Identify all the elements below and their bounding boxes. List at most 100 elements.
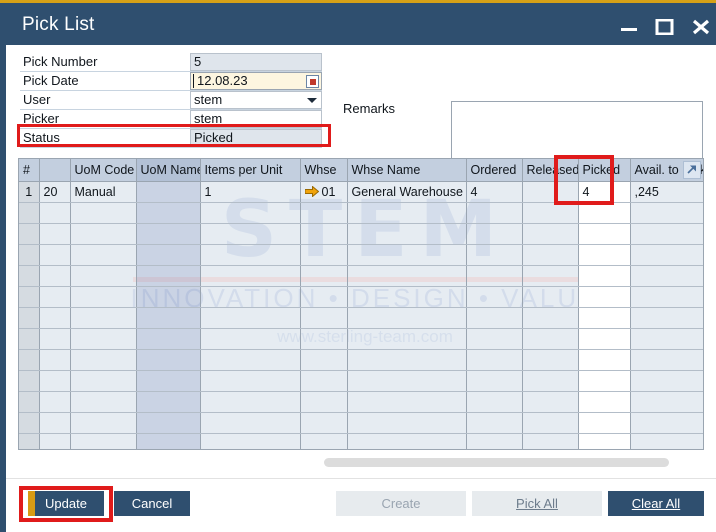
table-cell[interactable]: [136, 391, 201, 413]
table-cell[interactable]: [466, 412, 523, 434]
table-cell[interactable]: [19, 391, 40, 413]
table-cell[interactable]: [70, 433, 137, 449]
col-header-whse-name[interactable]: Whse Name: [347, 159, 467, 182]
table-cell[interactable]: [19, 202, 40, 224]
table-cell[interactable]: [522, 307, 579, 329]
table-cell[interactable]: [70, 370, 137, 392]
table-cell[interactable]: [39, 412, 71, 434]
table-cell[interactable]: [70, 412, 137, 434]
table-cell[interactable]: [39, 307, 71, 329]
table-cell[interactable]: [39, 244, 71, 266]
table-row[interactable]: [19, 202, 703, 224]
table-cell[interactable]: [136, 307, 201, 329]
table-cell[interactable]: [70, 265, 137, 287]
table-cell[interactable]: [578, 391, 631, 413]
expand-link-icon[interactable]: [683, 161, 701, 179]
chevron-down-icon[interactable]: [307, 98, 317, 103]
table-row[interactable]: [19, 370, 703, 392]
table-cell[interactable]: [19, 412, 40, 434]
table-cell[interactable]: [70, 223, 137, 245]
table-row[interactable]: 1 20 Manual 1 01 General Warehouse 4 4 ,…: [19, 181, 703, 203]
table-cell[interactable]: [136, 412, 201, 434]
table-cell[interactable]: [300, 223, 348, 245]
table-cell[interactable]: [347, 202, 467, 224]
table-cell[interactable]: [19, 433, 40, 449]
cell-ordered[interactable]: 4: [466, 181, 523, 203]
status-value[interactable]: Picked: [190, 129, 322, 147]
table-cell[interactable]: [466, 265, 523, 287]
table-cell[interactable]: [630, 370, 703, 392]
table-row[interactable]: [19, 286, 703, 308]
table-cell[interactable]: [630, 286, 703, 308]
table-cell[interactable]: [630, 265, 703, 287]
table-cell[interactable]: [578, 286, 631, 308]
col-header-uom-code[interactable]: UoM Code: [70, 159, 137, 182]
table-cell[interactable]: [578, 265, 631, 287]
table-cell[interactable]: [300, 391, 348, 413]
table-cell[interactable]: [300, 412, 348, 434]
table-row[interactable]: [19, 265, 703, 287]
cancel-button[interactable]: Cancel: [114, 491, 190, 516]
table-cell[interactable]: [39, 223, 71, 245]
table-cell[interactable]: [522, 433, 579, 449]
table-cell[interactable]: [70, 202, 137, 224]
table-cell[interactable]: [300, 349, 348, 371]
table-cell[interactable]: [466, 328, 523, 350]
col-header-released[interactable]: Released: [522, 159, 579, 182]
table-cell[interactable]: [200, 244, 301, 266]
col-header-whse[interactable]: Whse: [300, 159, 348, 182]
table-cell[interactable]: [39, 370, 71, 392]
cell-whse[interactable]: 01: [300, 181, 348, 203]
table-cell[interactable]: [522, 286, 579, 308]
table-cell[interactable]: [19, 328, 40, 350]
table-cell[interactable]: [522, 412, 579, 434]
table-cell[interactable]: [70, 349, 137, 371]
table-cell[interactable]: [630, 328, 703, 350]
horizontal-scrollbar-thumb[interactable]: [324, 458, 669, 467]
table-cell[interactable]: [19, 370, 40, 392]
table-cell[interactable]: [136, 433, 201, 449]
update-button[interactable]: Update: [28, 491, 104, 516]
table-cell[interactable]: [630, 412, 703, 434]
table-cell[interactable]: [630, 433, 703, 449]
table-cell[interactable]: [200, 433, 301, 449]
table-cell[interactable]: [19, 265, 40, 287]
table-cell[interactable]: [347, 349, 467, 371]
table-cell[interactable]: [70, 286, 137, 308]
table-cell[interactable]: [522, 349, 579, 371]
table-cell[interactable]: [522, 265, 579, 287]
col-header-picked[interactable]: Picked: [578, 159, 631, 182]
table-cell[interactable]: [578, 202, 631, 224]
picker-input[interactable]: stem: [190, 110, 322, 128]
table-cell[interactable]: [347, 370, 467, 392]
table-cell[interactable]: [522, 370, 579, 392]
table-cell[interactable]: [578, 328, 631, 350]
table-cell[interactable]: [347, 223, 467, 245]
cell-avail-to-pick[interactable]: ,245: [630, 181, 703, 203]
table-cell[interactable]: [347, 265, 467, 287]
table-cell[interactable]: [70, 244, 137, 266]
table-cell[interactable]: [300, 370, 348, 392]
table-cell[interactable]: [466, 391, 523, 413]
table-cell[interactable]: [136, 370, 201, 392]
col-header-blank[interactable]: [39, 159, 71, 182]
cell-whse-name[interactable]: General Warehouse: [347, 181, 467, 203]
table-cell[interactable]: [522, 244, 579, 266]
cell-index[interactable]: 1: [19, 181, 40, 203]
cell-picked[interactable]: 4: [578, 181, 631, 203]
table-cell[interactable]: [39, 349, 71, 371]
table-cell[interactable]: [136, 328, 201, 350]
table-cell[interactable]: [136, 202, 201, 224]
table-cell[interactable]: [19, 307, 40, 329]
table-cell[interactable]: [630, 307, 703, 329]
minimize-button[interactable]: [612, 6, 646, 48]
pick-date-input[interactable]: 12.08.23: [190, 72, 322, 90]
pick-number-value[interactable]: 5: [190, 53, 322, 71]
table-cell[interactable]: [630, 223, 703, 245]
table-cell[interactable]: [136, 244, 201, 266]
table-cell[interactable]: [136, 265, 201, 287]
cell-items-per-unit[interactable]: 1: [200, 181, 301, 203]
table-cell[interactable]: [300, 265, 348, 287]
orange-arrow-icon[interactable]: [304, 184, 319, 200]
table-row[interactable]: [19, 307, 703, 329]
